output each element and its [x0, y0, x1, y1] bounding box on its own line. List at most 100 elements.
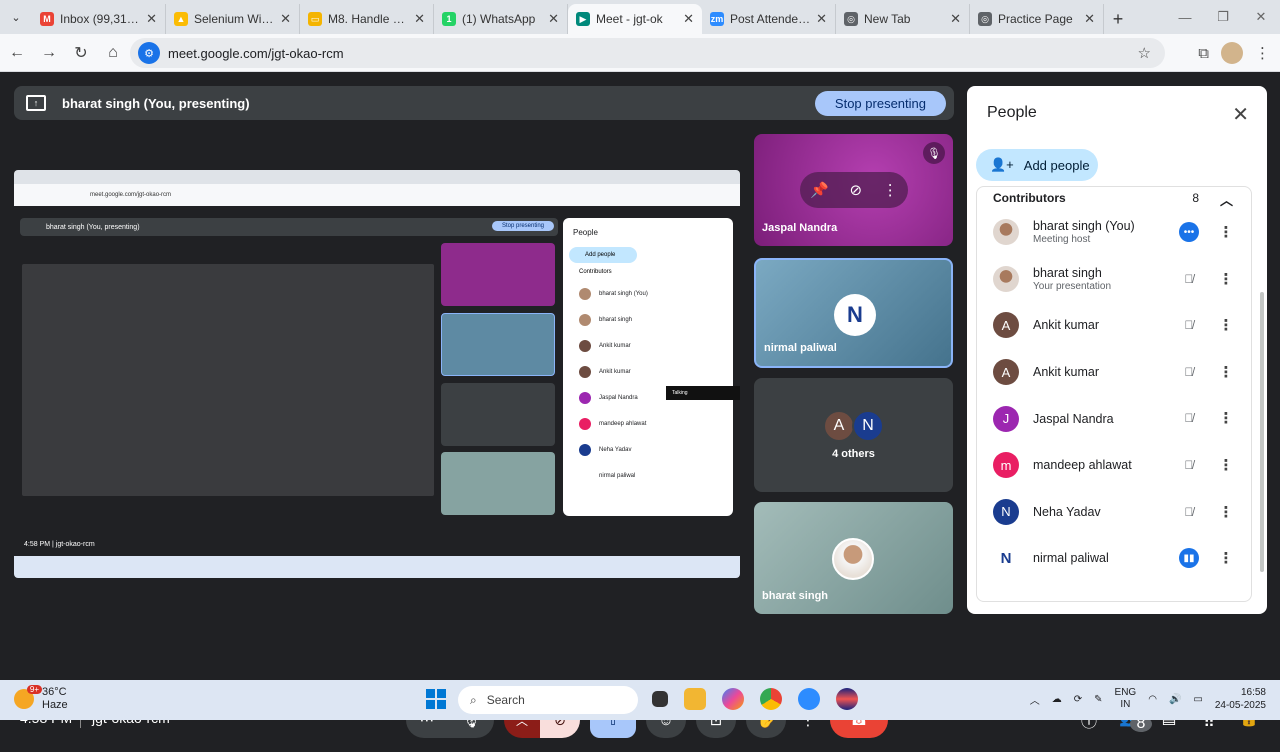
- tile-nirmal[interactable]: N nirmal paliwal: [754, 258, 953, 368]
- mini-present-bar: bharat singh (You, presenting) Stop pres…: [20, 218, 558, 236]
- more-options-icon[interactable]: ⋮: [1219, 548, 1234, 568]
- close-icon[interactable]: ✕: [1232, 102, 1249, 127]
- meet-icon: ▶: [576, 12, 590, 26]
- participant-row[interactable]: A Ankit kumar 🎙̸ ⋮: [977, 349, 1251, 396]
- tile-bharat[interactable]: bharat singh: [754, 502, 953, 614]
- weather-condition: Haze: [42, 699, 68, 711]
- mini-participant-name: nirmal paliwal: [599, 473, 636, 479]
- extensions-icon[interactable]: ⧉: [1198, 45, 1209, 62]
- browser-menu-icon[interactable]: ⋮: [1255, 44, 1270, 62]
- more-options-icon[interactable]: ⋮: [1219, 408, 1234, 428]
- contributors-header[interactable]: Contributors 8 ︿: [977, 187, 1251, 209]
- more-options-icon[interactable]: ⋮: [1219, 222, 1234, 242]
- new-tab-button[interactable]: +: [1104, 4, 1132, 34]
- address-bar[interactable]: ⚙ meet.google.com/jgt-okao-rcm ☆: [130, 38, 1165, 68]
- mic-off-icon[interactable]: 🎙̸: [1179, 315, 1199, 335]
- close-tab-icon[interactable]: ✕: [146, 11, 157, 27]
- participant-row[interactable]: N Neha Yadav 🎙̸ ⋮: [977, 489, 1251, 536]
- browser-tab[interactable]: ◎ Practice Page ✕: [970, 4, 1104, 34]
- chrome-icon[interactable]: [760, 688, 782, 710]
- file-explorer-icon[interactable]: [684, 688, 706, 710]
- chevron-up-icon[interactable]: ︿: [1030, 692, 1040, 707]
- avatar: m: [993, 452, 1019, 479]
- add-person-icon: 👤+: [990, 157, 1014, 172]
- language-indicator[interactable]: ENG IN: [1115, 687, 1137, 711]
- close-tab-icon[interactable]: ✕: [414, 11, 425, 27]
- mic-off-icon[interactable]: 🎙̸: [1179, 362, 1199, 382]
- mic-off-icon[interactable]: 🎙̸: [1179, 502, 1199, 522]
- weather-widget[interactable]: 9+ 36°C Haze: [14, 685, 68, 712]
- mini-address-bar: meet.google.com/jgt-okao-rcm: [14, 184, 740, 206]
- app-icon[interactable]: [836, 688, 858, 710]
- browser-tab[interactable]: zm Post Attendee - ✕: [702, 4, 836, 34]
- search-icon: ⌕: [470, 692, 477, 707]
- mic-off-icon[interactable]: 🎙̸: [1179, 408, 1199, 428]
- browser-tab[interactable]: ◎ New Tab ✕: [836, 4, 970, 34]
- close-tab-icon[interactable]: ✕: [816, 11, 827, 27]
- back-icon[interactable]: ←: [2, 38, 32, 68]
- close-window-icon[interactable]: ✕: [1242, 0, 1280, 34]
- minimize-icon[interactable]: —: [1166, 0, 1204, 34]
- url-text[interactable]: meet.google.com/jgt-okao-rcm: [168, 46, 344, 61]
- browser-tab[interactable]: 1 (1) WhatsApp ✕: [434, 4, 568, 34]
- taskbar-search[interactable]: ⌕ Search: [458, 686, 638, 714]
- mini-present-label: bharat singh (You, presenting): [46, 223, 140, 231]
- tile-name: bharat singh: [762, 590, 829, 602]
- more-options-icon[interactable]: ⋮: [1219, 315, 1234, 335]
- onedrive-icon[interactable]: ☁: [1052, 694, 1062, 705]
- browser-tab[interactable]: M Inbox (99,316) - ✕: [32, 4, 166, 34]
- pin-icon[interactable]: 📌: [810, 181, 829, 199]
- participant-row[interactable]: J Jaspal Nandra 🎙̸ ⋮: [977, 395, 1251, 442]
- participant-role: Meeting host: [1033, 234, 1091, 246]
- wifi-icon[interactable]: ◠: [1148, 694, 1157, 705]
- forward-icon[interactable]: →: [34, 38, 64, 68]
- add-people-button[interactable]: 👤+ Add people: [976, 149, 1098, 181]
- battery-icon[interactable]: ▭: [1193, 694, 1202, 705]
- close-tab-icon[interactable]: ✕: [548, 11, 559, 27]
- chevron-up-icon[interactable]: ︿: [1220, 190, 1233, 209]
- more-options-icon[interactable]: ⋮: [1219, 269, 1234, 289]
- participant-row[interactable]: Nnirmal paliwal ▮▮ ⋮: [977, 535, 1251, 582]
- presenting-banner: ↑ bharat singh (You, presenting) Stop pr…: [14, 86, 954, 120]
- participant-row[interactable]: m mandeep ahlawat 🎙̸ ⋮: [977, 442, 1251, 489]
- participant-row[interactable]: bharat singh (You) Meeting host ••• ⋮: [977, 209, 1251, 256]
- tile-jaspal[interactable]: 🎙 📌 ⊘ ⋮ Jaspal Nandra: [754, 134, 953, 246]
- pen-icon[interactable]: ✎: [1094, 694, 1102, 705]
- mic-off-icon[interactable]: 🎙̸: [1179, 455, 1199, 475]
- sync-icon[interactable]: ⟳: [1074, 694, 1082, 705]
- task-view-icon[interactable]: [652, 691, 668, 707]
- zoom-icon[interactable]: [798, 688, 820, 710]
- site-info-icon[interactable]: ⚙: [138, 42, 160, 64]
- tab-search-chevron-icon[interactable]: ⌄: [0, 0, 32, 34]
- copilot-icon[interactable]: [722, 688, 744, 710]
- stop-presenting-button[interactable]: Stop presenting: [814, 91, 946, 116]
- more-options-icon[interactable]: ⋮: [1219, 362, 1234, 382]
- participant-row[interactable]: bharat singh Your presentation 🎙̸ ⋮: [977, 256, 1251, 303]
- more-options-icon[interactable]: ⋮: [1219, 502, 1234, 522]
- browser-tab[interactable]: ▲ Selenium With J ✕: [166, 4, 300, 34]
- more-options-icon[interactable]: ⋮: [883, 181, 898, 199]
- tile-others[interactable]: A N 4 others: [754, 378, 953, 492]
- scrollbar[interactable]: [1260, 292, 1264, 572]
- start-windows-icon[interactable]: [426, 689, 446, 709]
- profile-avatar[interactable]: [1221, 42, 1243, 64]
- browser-tab[interactable]: ▭ M8. Handle Chec ✕: [300, 4, 434, 34]
- volume-icon[interactable]: 🔊: [1169, 694, 1181, 705]
- close-tab-icon[interactable]: ✕: [1084, 11, 1095, 27]
- clock[interactable]: 16:58 24-05-2025: [1215, 686, 1266, 712]
- mute-participant-icon[interactable]: ⊘: [850, 181, 863, 199]
- close-tab-icon[interactable]: ✕: [683, 11, 694, 27]
- mic-off-icon[interactable]: 🎙̸: [1179, 269, 1199, 289]
- bookmark-star-icon[interactable]: ☆: [1138, 44, 1151, 62]
- mic-off-icon: 🎙: [923, 142, 945, 164]
- home-icon[interactable]: ⌂: [98, 38, 128, 68]
- close-tab-icon[interactable]: ✕: [280, 11, 291, 27]
- mini-participant-row: Ankit kumar: [563, 359, 733, 385]
- more-options-icon[interactable]: ⋮: [1219, 455, 1234, 475]
- reload-icon[interactable]: ↻: [66, 38, 96, 68]
- close-tab-icon[interactable]: ✕: [950, 11, 961, 27]
- maximize-icon[interactable]: ❐: [1204, 0, 1242, 34]
- participant-row[interactable]: A Ankit kumar 🎙̸ ⋮: [977, 302, 1251, 349]
- mini-add-people: Add people: [569, 247, 637, 263]
- browser-tab[interactable]: ▶ Meet - jgt-ok ✕: [568, 4, 702, 34]
